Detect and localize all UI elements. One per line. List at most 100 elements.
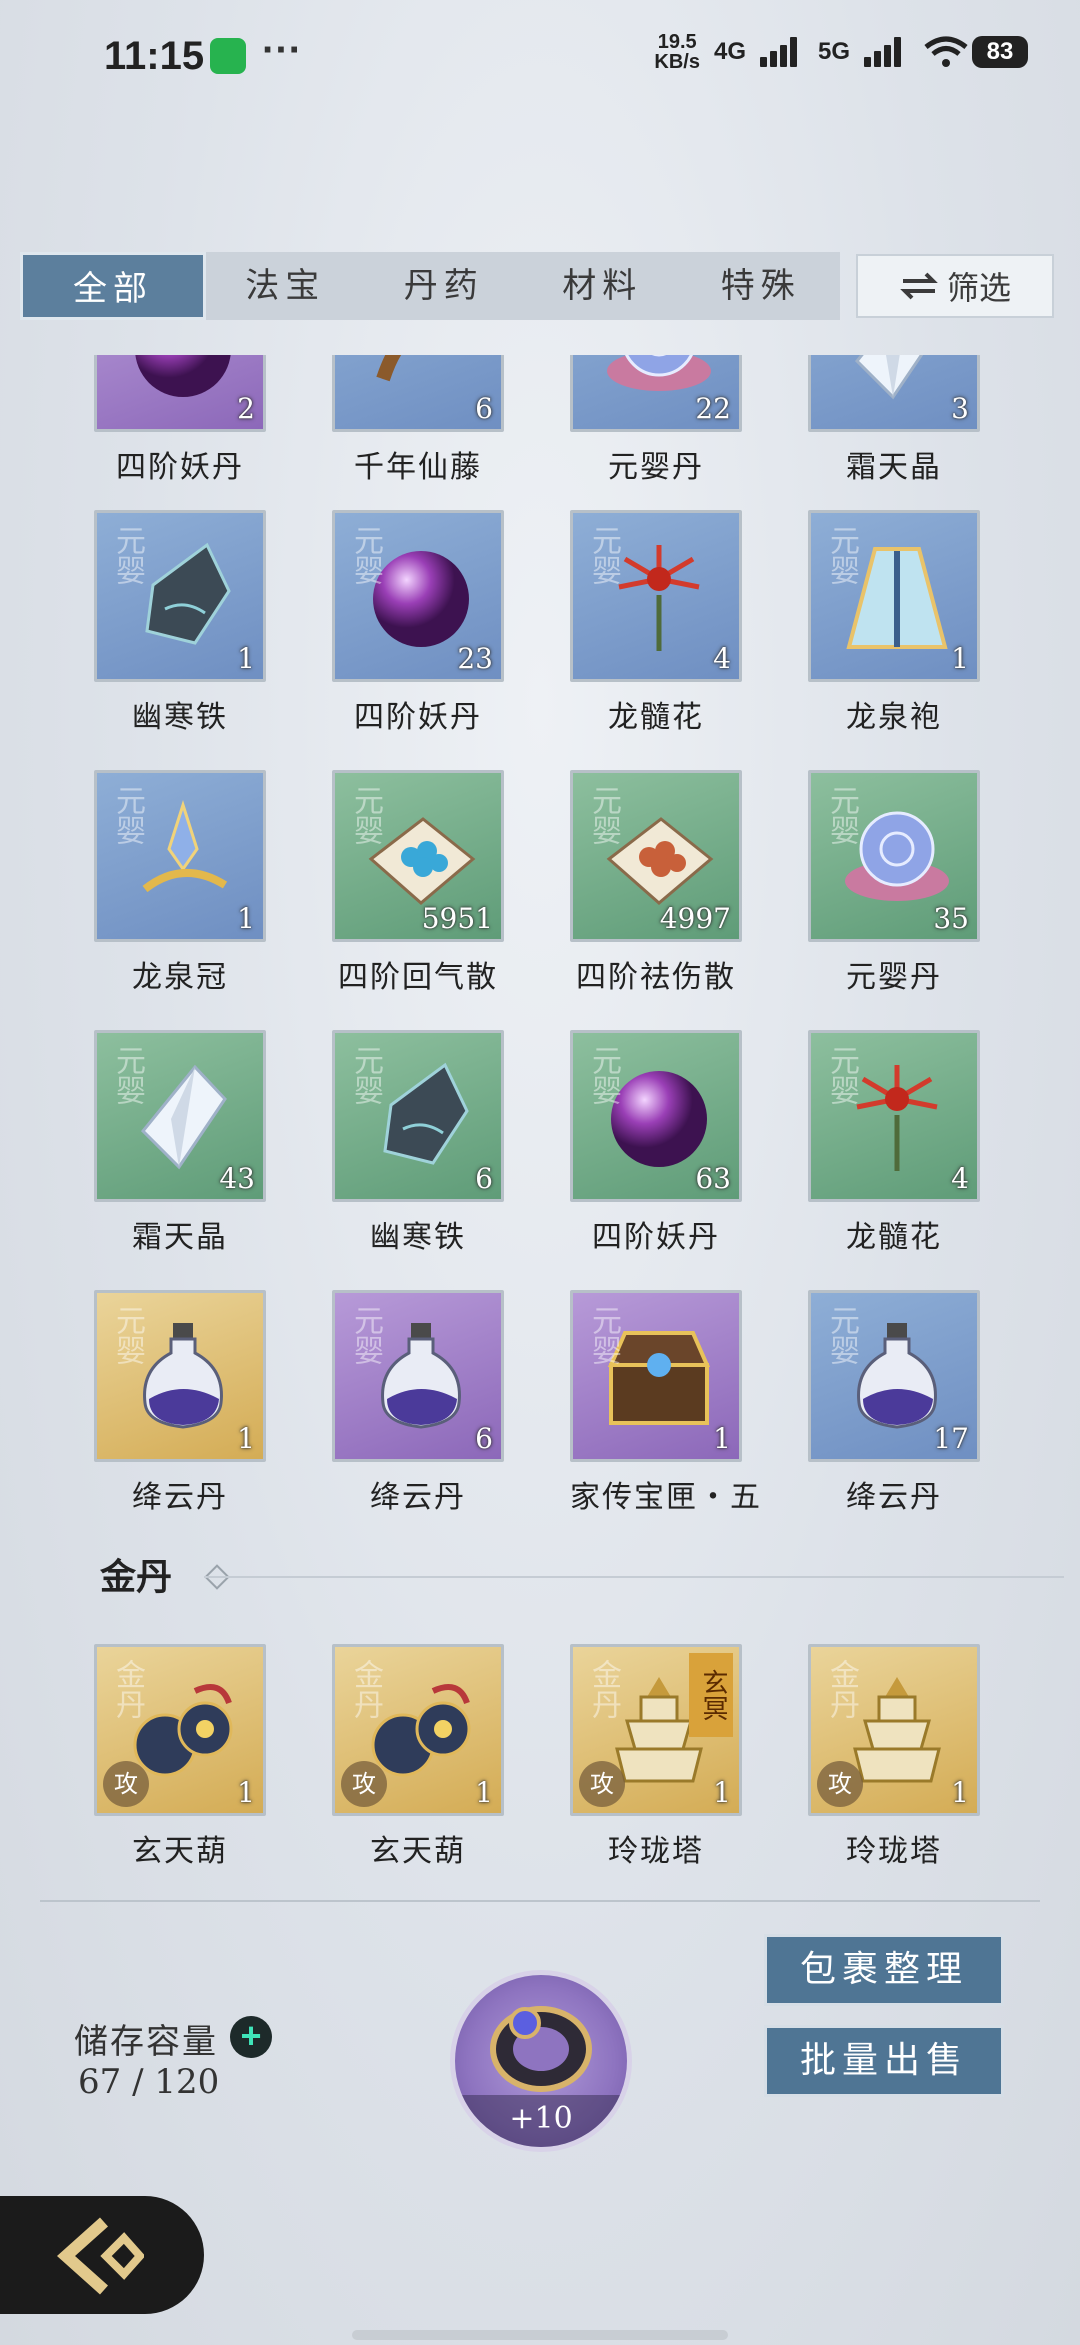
item-orb-icon [125,355,241,405]
section-title-jindan: 金丹 [100,1556,173,1598]
item-tile[interactable]: 元婴 1 [94,510,266,682]
inventory-item[interactable]: 元婴 1 龙泉袍 [808,510,980,736]
item-tile[interactable]: 元婴 1 [94,1290,266,1462]
item-tile[interactable]: 3 [808,355,980,432]
inventory-item[interactable]: 元婴 63 四阶妖丹 [570,1030,742,1256]
item-name: 玲珑塔 [846,1834,942,1869]
swap-arrows-icon [900,272,938,300]
item-rank-watermark: 金丹 [348,1659,383,1719]
inventory-item[interactable]: 2 四阶妖丹 [94,355,266,486]
item-count: 4997 [659,902,731,935]
signal-icon [759,37,804,67]
item-tile[interactable]: 元婴 5951 [332,770,504,942]
inventory-item[interactable]: 元婴 35 元婴丹 [808,770,980,996]
category-tabs: 全部 法宝 丹药 材料 特殊 [20,252,840,320]
inventory-item[interactable]: 元婴 1 龙泉冠 [94,770,266,996]
item-name: 四阶妖丹 [592,1220,720,1255]
item-tile[interactable]: 6 [332,355,504,432]
item-name: 玄天葫 [132,1834,228,1869]
status-time: 11:15 [104,34,205,78]
item-count: 4 [713,642,731,675]
item-name: 千年仙藤 [354,450,482,485]
item-count: 1 [951,1776,969,1809]
item-name: 龙泉袍 [846,700,942,735]
bulk-sell-button[interactable]: 批量出售 [764,2025,1004,2097]
storage-ring-button[interactable]: +10 [450,1970,632,2152]
inventory-item[interactable]: 元婴 43 霜天晶 [94,1030,266,1256]
item-tile[interactable]: 元婴 6 [332,1030,504,1202]
tab-pills[interactable]: 丹药 [365,252,524,320]
item-tile[interactable]: 元婴 4 [808,1030,980,1202]
item-tile[interactable]: 元婴 4997 [570,770,742,942]
back-button[interactable] [0,2196,204,2314]
inventory-item[interactable]: 金丹攻 1 玄天葫 [94,1644,266,1870]
inventory-item[interactable]: 元婴 17 绛云丹 [808,1290,980,1516]
item-rank-watermark: 元婴 [348,785,383,845]
item-tile[interactable]: 元婴 63 [570,1030,742,1202]
inventory-item[interactable]: 元婴 4997 四阶祛伤散 [570,770,742,996]
inventory-item[interactable]: 元婴 5951 四阶回气散 [332,770,504,996]
inventory-item[interactable]: 元婴 4 龙髓花 [570,510,742,736]
inventory-item[interactable]: 3 霜天晶 [808,355,980,486]
tab-treasure[interactable]: 法宝 [206,252,365,320]
item-name: 元婴丹 [608,450,704,485]
inventory-item[interactable]: 元婴 1 绛云丹 [94,1290,266,1516]
filter-label: 筛选 [946,269,1011,307]
item-rank-watermark: 元婴 [586,1045,621,1105]
inventory-item[interactable]: 元婴 4 龙髓花 [808,1030,980,1256]
item-rank-watermark: 元婴 [348,1045,383,1105]
item-count: 1 [237,1776,255,1809]
inventory-item[interactable]: 元婴 6 幽寒铁 [332,1030,504,1256]
item-tile[interactable]: 元婴 1 [808,510,980,682]
item-count: 1 [237,642,255,675]
item-tile[interactable]: 2 [94,355,266,432]
item-rank-watermark: 元婴 [110,1045,145,1105]
home-indicator[interactable] [352,2330,728,2340]
inventory-item[interactable]: 金丹攻 1 玄天葫 [332,1644,504,1870]
item-count: 1 [713,1776,731,1809]
item-name: 四阶祛伤散 [576,960,736,995]
bottom-divider [40,1900,1040,1902]
item-tile[interactable]: 元婴 6 [332,1290,504,1462]
item-tile[interactable]: 元婴 35 [808,770,980,942]
inventory-item[interactable]: 元婴 6 绛云丹 [332,1290,504,1516]
inventory-item[interactable]: 元婴 1 幽寒铁 [94,510,266,736]
item-name: 幽寒铁 [132,700,228,735]
item-tile[interactable]: 元婴 1 [94,770,266,942]
item-tile[interactable]: 金丹攻 1 [808,1644,980,1816]
inventory-item[interactable]: 6 千年仙藤 [332,355,504,486]
inventory-item[interactable]: 元婴 23 四阶妖丹 [332,510,504,736]
item-count: 6 [475,392,493,425]
inventory-item[interactable]: 金丹攻 玄冥 1 玲珑塔 [570,1644,742,1870]
item-tile[interactable]: 元婴 4 [570,510,742,682]
item-tile[interactable]: 元婴 17 [808,1290,980,1462]
inventory-item[interactable]: 金丹攻 1 玲珑塔 [808,1644,980,1870]
item-tile[interactable]: 元婴 43 [94,1030,266,1202]
tab-all[interactable]: 全部 [20,252,206,320]
item-count: 1 [951,642,969,675]
item-count: 6 [475,1422,493,1455]
item-rank-watermark: 元婴 [348,525,383,585]
inventory-item[interactable]: 22 元婴丹 [570,355,742,486]
tab-materials[interactable]: 材料 [523,252,682,320]
item-tile[interactable]: 金丹攻 1 [332,1644,504,1816]
item-tile[interactable]: 22 [570,355,742,432]
add-storage-icon[interactable]: + [230,2016,272,2058]
item-count: 5951 [421,902,493,935]
item-tile[interactable]: 金丹攻 1 [94,1644,266,1816]
organize-bag-button[interactable]: 包裹整理 [764,1934,1004,2006]
attack-badge: 攻 [341,1761,387,1807]
status-indicators: 19.5 KB/s 4G 5G [654,32,970,72]
network-5g-label: 5G [817,38,850,65]
inventory-item[interactable]: 元婴 1 家传宝匣・五 [570,1290,760,1516]
item-rank-watermark: 元婴 [348,1305,383,1365]
item-tile[interactable]: 金丹攻 玄冥 1 [570,1644,742,1816]
item-count: 23 [457,642,493,675]
item-tile[interactable]: 元婴 23 [332,510,504,682]
item-tile[interactable]: 元婴 1 [570,1290,742,1462]
item-name: 四阶回气散 [338,960,498,995]
item-count: 35 [933,902,969,935]
item-name: 四阶妖丹 [354,700,482,735]
tab-special[interactable]: 特殊 [682,252,841,320]
filter-button[interactable]: 筛选 [856,254,1054,318]
